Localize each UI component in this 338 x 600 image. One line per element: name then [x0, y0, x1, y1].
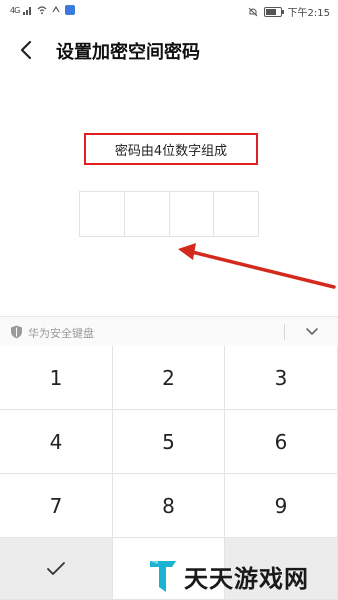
keyboard-label: 华为安全键盘 — [28, 327, 94, 340]
mute-icon — [248, 7, 257, 16]
pin-cell[interactable] — [80, 192, 125, 236]
confirm-key[interactable] — [0, 538, 113, 600]
signal-icon — [23, 7, 32, 15]
pin-cell[interactable] — [214, 192, 258, 236]
keyboard-divider — [284, 324, 285, 340]
key-1[interactable]: 1 — [0, 346, 113, 410]
chevron-left-icon — [20, 40, 32, 60]
watermark-text: 天天游戏网 — [184, 564, 309, 593]
pin-cell[interactable] — [125, 192, 170, 236]
wifi-icon — [37, 6, 47, 15]
collapse-keyboard-button[interactable] — [303, 324, 321, 340]
status-left: 4G — [10, 5, 76, 15]
battery-icon — [263, 6, 284, 17]
status-right: 下午2:15 — [248, 4, 330, 19]
status-time: 下午2:15 — [287, 8, 330, 19]
page-title: 设置加密空间密码 — [56, 42, 200, 63]
keyboard-header: 华为安全键盘 — [0, 316, 338, 347]
pin-input[interactable] — [79, 191, 259, 237]
sync-icon — [52, 5, 60, 13]
status-bar: 4G 下午2:15 — [0, 0, 338, 22]
key-4[interactable]: 4 — [0, 410, 113, 474]
signal-text: 4G — [10, 5, 20, 15]
key-7[interactable]: 7 — [0, 474, 113, 538]
back-button[interactable] — [14, 36, 38, 64]
key-9[interactable]: 9 — [225, 474, 338, 538]
key-6[interactable]: 6 — [225, 410, 338, 474]
site-watermark: 天天游戏网 — [148, 556, 309, 596]
password-hint: 密码由4位数字组成 — [84, 133, 258, 165]
shield-icon — [11, 325, 22, 339]
check-icon — [47, 561, 65, 575]
app-notification-icon — [65, 5, 76, 15]
key-2[interactable]: 2 — [113, 346, 225, 410]
header: 设置加密空间密码 — [0, 28, 338, 72]
chevron-down-icon — [306, 328, 318, 336]
key-5[interactable]: 5 — [113, 410, 225, 474]
key-8[interactable]: 8 — [113, 474, 225, 538]
key-3[interactable]: 3 — [225, 346, 338, 410]
watermark-logo-icon — [150, 561, 176, 592]
pin-cell[interactable] — [170, 192, 215, 236]
